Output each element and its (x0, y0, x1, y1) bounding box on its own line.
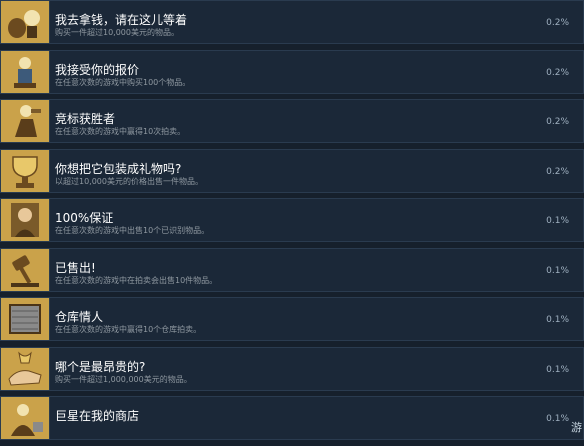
achievement-description: 购买一件超过1,000,000美元的物品。 (55, 374, 192, 384)
achievement-row[interactable]: 竞标获胜者 在任意次数的游戏中赢得10次拍卖。 0.2% (0, 99, 584, 143)
achievement-row[interactable]: 已售出! 在任意次数的游戏中在拍卖会出售10件物品。 0.1% (0, 247, 584, 292)
achievement-title: 哪个是最昂贵的? (55, 359, 146, 374)
achievement-title: 你想把它包装成礼物吗? (55, 161, 182, 176)
achievement-description: 在任意次数的游戏中出售10个已识别物品。 (55, 226, 210, 235)
achievement-title: 我去拿钱，请在这儿等着 (55, 13, 188, 27)
achievement-list: 我去拿钱，请在这儿等着 购买一件超过10,000美元的物品。 0.2% 我接受你… (0, 0, 584, 446)
achievement-title: 已售出! (55, 260, 96, 275)
warehouse-icon (1, 298, 50, 340)
gavel-icon (1, 248, 50, 291)
achievement-percent: 0.1% (546, 414, 569, 424)
achievement-title: 我接受你的报价 (55, 62, 140, 77)
auction-winner-icon (1, 100, 50, 142)
portrait-icon (1, 199, 50, 241)
achievement-row[interactable]: 100%保证 在任意次数的游戏中出售10个已识别物品。 0.1% (0, 198, 584, 242)
store-star-icon (1, 397, 50, 439)
achievement-description: 在任意次数的游戏中赢得10次拍卖。 (55, 127, 186, 136)
treasure-hand-icon (1, 347, 50, 390)
achievement-percent: 0.1% (546, 315, 569, 325)
achievement-percent: 0.1% (546, 364, 569, 375)
achievement-percent: 0.2% (546, 166, 569, 177)
trophy-figure-icon (1, 50, 50, 93)
achievement-percent: 0.1% (546, 216, 569, 226)
achievement-description: 购买一件超过10,000美元的物品。 (55, 28, 179, 37)
achievement-percent: 0.2% (546, 18, 569, 28)
achievement-description: 以超过10,000美元的价格出售一件物品。 (55, 176, 203, 186)
achievement-percent: 0.2% (546, 67, 569, 78)
watermark-text: 游 (571, 421, 582, 434)
achievement-title: 竞标获胜者 (55, 112, 116, 126)
achievement-row[interactable]: 哪个是最昂贵的? 购买一件超过1,000,000美元的物品。 0.1% (0, 346, 584, 391)
achievement-row[interactable]: 你想把它包装成礼物吗? 以超过10,000美元的价格出售一件物品。 0.2% (0, 148, 584, 193)
money-bag-icon (1, 1, 50, 43)
achievement-row[interactable]: 我去拿钱，请在这儿等着 购买一件超过10,000美元的物品。 0.2% (0, 0, 584, 44)
achievement-description: 在任意次数的游戏中购买100个物品。 (55, 77, 191, 87)
achievement-percent: 0.2% (546, 117, 569, 127)
achievement-row[interactable]: 仓库情人 在任意次数的游戏中赢得10个仓库拍卖。 0.1% (0, 297, 584, 341)
achievement-percent: 0.1% (546, 265, 569, 276)
achievement-title: 巨星在我的商店 (55, 409, 140, 423)
achievement-row[interactable]: 巨星在我的商店 0.1% (0, 396, 584, 440)
achievement-description: 在任意次数的游戏中赢得10个仓库拍卖。 (55, 325, 202, 334)
achievement-row[interactable]: 我接受你的报价 在任意次数的游戏中购买100个物品。 0.2% (0, 49, 584, 94)
achievement-title: 100%保证 (55, 211, 114, 225)
achievement-description: 在任意次数的游戏中在拍卖会出售10件物品。 (55, 275, 218, 285)
gift-trophy-icon (1, 149, 50, 192)
achievement-title: 仓库情人 (55, 310, 104, 324)
